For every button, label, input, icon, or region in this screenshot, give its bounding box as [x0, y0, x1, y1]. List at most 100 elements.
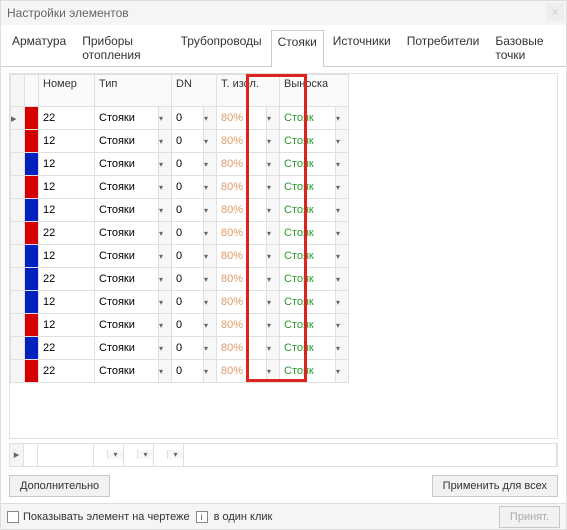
chevron-down-icon[interactable]: ▾ [159, 245, 172, 268]
cell-type[interactable]: Стояки [95, 222, 159, 245]
tab-0[interactable]: Арматура [5, 29, 73, 66]
col-number[interactable]: Номер [39, 75, 95, 107]
accept-button[interactable]: Принят. [499, 506, 560, 528]
chevron-down-icon[interactable]: ▾ [267, 268, 280, 291]
cell-dn[interactable]: 0 [172, 199, 204, 222]
col-type[interactable]: Тип [95, 75, 172, 107]
chevron-down-icon[interactable]: ▾ [204, 337, 217, 360]
cell-iso[interactable]: 80% [217, 268, 267, 291]
filter-color[interactable] [24, 444, 38, 466]
cell-type[interactable]: Стояки [95, 337, 159, 360]
cell-number[interactable]: 12 [39, 291, 95, 314]
chevron-down-icon[interactable]: ▾ [336, 130, 349, 153]
row-color[interactable] [25, 222, 39, 245]
chevron-down-icon[interactable]: ▾ [159, 222, 172, 245]
chevron-down-icon[interactable]: ▾ [159, 176, 172, 199]
cell-callout[interactable]: Стояк [280, 107, 336, 130]
chevron-down-icon[interactable]: ▾ [267, 176, 280, 199]
chevron-down-icon[interactable]: ▾ [159, 291, 172, 314]
cell-type[interactable]: Стояки [95, 107, 159, 130]
row-color[interactable] [25, 291, 39, 314]
info-icon[interactable]: i [196, 511, 208, 523]
chevron-down-icon[interactable]: ▾ [267, 222, 280, 245]
show-on-drawing-checkbox[interactable] [7, 511, 19, 523]
chevron-down-icon[interactable]: ▾ [167, 450, 183, 459]
chevron-down-icon[interactable]: ▾ [336, 199, 349, 222]
chevron-down-icon[interactable]: ▾ [336, 360, 349, 383]
chevron-down-icon[interactable]: ▾ [159, 153, 172, 176]
tab-4[interactable]: Источники [326, 29, 398, 66]
cell-dn[interactable]: 0 [172, 268, 204, 291]
row-color[interactable] [25, 337, 39, 360]
more-button[interactable]: Дополнительно [9, 475, 110, 497]
chevron-down-icon[interactable]: ▾ [336, 222, 349, 245]
cell-iso[interactable]: 80% [217, 245, 267, 268]
table-row[interactable]: 22Стояки▾0▾80%▾Стояк▾ [11, 268, 349, 291]
row-color[interactable] [25, 130, 39, 153]
tab-5[interactable]: Потребители [400, 29, 487, 66]
cell-callout[interactable]: Стояк [280, 291, 336, 314]
row-color[interactable] [25, 245, 39, 268]
cell-number[interactable]: 22 [39, 360, 95, 383]
row-color[interactable] [25, 153, 39, 176]
chevron-down-icon[interactable]: ▾ [336, 153, 349, 176]
cell-callout[interactable]: Стояк [280, 222, 336, 245]
cell-type[interactable]: Стояки [95, 360, 159, 383]
tab-1[interactable]: Приборы отопления [75, 29, 171, 66]
cell-iso[interactable]: 80% [217, 222, 267, 245]
chevron-down-icon[interactable]: ▾ [267, 245, 280, 268]
cell-number[interactable]: 12 [39, 130, 95, 153]
chevron-down-icon[interactable]: ▾ [267, 199, 280, 222]
chevron-down-icon[interactable]: ▾ [204, 199, 217, 222]
chevron-down-icon[interactable]: ▾ [137, 450, 153, 459]
cell-callout[interactable]: Стояк [280, 130, 336, 153]
row-color[interactable] [25, 360, 39, 383]
chevron-down-icon[interactable]: ▾ [204, 245, 217, 268]
tab-2[interactable]: Трубопроводы [174, 29, 269, 66]
filter-type-b[interactable]: ▾ [124, 444, 154, 466]
cell-number[interactable]: 12 [39, 314, 95, 337]
chevron-down-icon[interactable]: ▾ [267, 153, 280, 176]
cell-type[interactable]: Стояки [95, 314, 159, 337]
chevron-down-icon[interactable]: ▾ [336, 314, 349, 337]
cell-number[interactable]: 12 [39, 199, 95, 222]
filter-dn[interactable]: ▾ [154, 444, 184, 466]
tab-3[interactable]: Стояки [271, 30, 324, 67]
cell-iso[interactable]: 80% [217, 360, 267, 383]
cell-iso[interactable]: 80% [217, 107, 267, 130]
cell-type[interactable]: Стояки [95, 291, 159, 314]
chevron-down-icon[interactable]: ▾ [204, 314, 217, 337]
cell-number[interactable]: 22 [39, 107, 95, 130]
chevron-down-icon[interactable]: ▾ [336, 176, 349, 199]
chevron-down-icon[interactable]: ▾ [267, 360, 280, 383]
cell-number[interactable]: 22 [39, 222, 95, 245]
chevron-down-icon[interactable]: ▾ [204, 107, 217, 130]
cell-dn[interactable]: 0 [172, 291, 204, 314]
chevron-down-icon[interactable]: ▾ [267, 130, 280, 153]
chevron-down-icon[interactable]: ▾ [159, 314, 172, 337]
col-dn[interactable]: DN [172, 75, 217, 107]
cell-number[interactable]: 12 [39, 153, 95, 176]
cell-number[interactable]: 22 [39, 268, 95, 291]
table-row[interactable]: 22Стояки▾0▾80%▾Стояк▾ [11, 337, 349, 360]
chevron-down-icon[interactable]: ▾ [204, 268, 217, 291]
row-color[interactable] [25, 314, 39, 337]
chevron-down-icon[interactable]: ▾ [159, 360, 172, 383]
cell-iso[interactable]: 80% [217, 291, 267, 314]
cell-iso[interactable]: 80% [217, 153, 267, 176]
table-row[interactable]: ▸22Стояки▾0▾80%▾Стояк▾ [11, 107, 349, 130]
table-row[interactable]: 12Стояки▾0▾80%▾Стояк▾ [11, 176, 349, 199]
table-row[interactable]: 12Стояки▾0▾80%▾Стояк▾ [11, 245, 349, 268]
chevron-down-icon[interactable]: ▾ [336, 337, 349, 360]
cell-dn[interactable]: 0 [172, 153, 204, 176]
close-icon[interactable]: × [546, 3, 564, 21]
chevron-down-icon[interactable]: ▾ [336, 291, 349, 314]
chevron-down-icon[interactable]: ▾ [336, 107, 349, 130]
chevron-down-icon[interactable]: ▾ [336, 268, 349, 291]
cell-type[interactable]: Стояки [95, 176, 159, 199]
row-color[interactable] [25, 199, 39, 222]
chevron-down-icon[interactable]: ▾ [204, 291, 217, 314]
row-color[interactable] [25, 268, 39, 291]
chevron-down-icon[interactable]: ▾ [204, 222, 217, 245]
chevron-down-icon[interactable]: ▾ [107, 450, 123, 459]
